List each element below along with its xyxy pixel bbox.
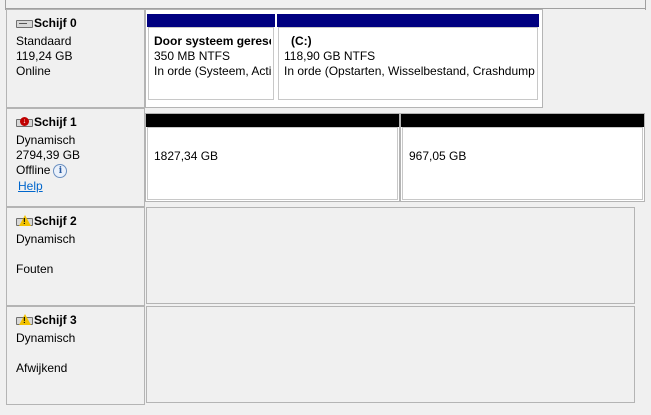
partition-content: (C:) 118,90 GB NTFS In orde (Opstarten, … xyxy=(278,27,538,100)
partition-unallocated-1[interactable]: 1827,34 GB xyxy=(145,113,400,202)
disk-1-status-row: Offline i xyxy=(16,163,68,178)
disk-2-type: Dynamisch xyxy=(16,232,76,246)
partition-size: 967,05 GB xyxy=(409,149,467,163)
partition-unallocated-2[interactable]: 967,05 GB xyxy=(400,113,645,202)
disk-warning-icon: ! xyxy=(16,314,33,326)
help-link[interactable]: Help xyxy=(18,179,43,193)
partition-content: 1827,34 GB xyxy=(147,127,398,200)
partition-content: Door systeem gereserveerd 350 MB NTFS In… xyxy=(148,27,274,100)
disk-icon xyxy=(16,17,33,29)
partition-bar xyxy=(147,14,275,27)
disk-1-help-row: Help xyxy=(18,179,43,193)
disk-info-2[interactable]: ! Schijf 2 Dynamisch Fouten xyxy=(6,207,145,306)
disk-info-0[interactable]: Schijf 0 Standaard 119,24 GB Online xyxy=(6,9,145,108)
disk-1-name-row: ↓ Schijf 1 xyxy=(16,115,77,129)
partition-bar xyxy=(277,14,539,27)
disk-3-name: Schijf 3 xyxy=(34,313,77,327)
disk-row-2: ! Schijf 2 Dynamisch Fouten xyxy=(0,207,651,306)
partition-detail: 118,90 GB NTFS xyxy=(284,49,376,63)
disk-3-status: Afwijkend xyxy=(16,361,68,375)
partition-bar xyxy=(401,114,644,127)
partition-bar xyxy=(146,114,399,127)
disk-0-area: Door systeem gereserveerd 350 MB NTFS In… xyxy=(145,9,543,108)
partition-detail: 350 MB NTFS xyxy=(154,49,231,63)
partition-title: (C:) xyxy=(291,34,312,48)
disk-0-size: 119,24 GB xyxy=(16,49,73,63)
disk-info-1[interactable]: ↓ Schijf 1 Dynamisch 2794,39 GB Offline i… xyxy=(6,108,145,207)
disk-3-area[interactable] xyxy=(146,306,635,403)
disk-1-type: Dynamisch xyxy=(16,133,76,147)
partition-system-reserved[interactable]: Door systeem gereserveerd 350 MB NTFS In… xyxy=(147,14,275,101)
partition-status: In orde (Opstarten, Wisselbestand, Crash… xyxy=(284,64,535,78)
disk-info-3[interactable]: ! Schijf 3 Dynamisch Afwijkend xyxy=(6,306,145,405)
disk-0-name: Schijf 0 xyxy=(34,16,77,30)
partition-content: 967,05 GB xyxy=(402,127,643,200)
disk-0-type: Standaard xyxy=(16,34,72,48)
disk-warning-icon: ! xyxy=(16,215,33,227)
disk-3-type: Dynamisch xyxy=(16,331,76,345)
partition-status: In orde (Systeem, Actieve, Primaire part… xyxy=(154,64,271,78)
disk-1-name: Schijf 1 xyxy=(34,115,77,129)
info-icon[interactable]: i xyxy=(53,163,68,178)
disk-0-status: Online xyxy=(16,64,51,78)
disk-2-status: Fouten xyxy=(16,262,54,276)
disk-1-area: 1827,34 GB 967,05 GB xyxy=(145,108,646,207)
disk-0-name-row: Schijf 0 xyxy=(16,16,77,30)
partition-size: 1827,34 GB xyxy=(154,149,219,163)
partition-c[interactable]: (C:) 118,90 GB NTFS In orde (Opstarten, … xyxy=(277,14,539,101)
disk-2-area[interactable] xyxy=(146,207,635,304)
disk-row-0: Schijf 0 Standaard 119,24 GB Online Door… xyxy=(0,9,651,108)
disk-2-name: Schijf 2 xyxy=(34,214,77,228)
disk-3-name-row: ! Schijf 3 xyxy=(16,313,77,327)
disk-1-status: Offline xyxy=(16,163,51,177)
disk-error-icon: ↓ xyxy=(16,116,33,128)
partition-title: Door systeem gereserveerd xyxy=(154,34,271,48)
disk-row-3: ! Schijf 3 Dynamisch Afwijkend xyxy=(0,306,651,405)
disk-2-name-row: ! Schijf 2 xyxy=(16,214,77,228)
disk-row-1: ↓ Schijf 1 Dynamisch 2794,39 GB Offline i… xyxy=(0,108,651,207)
disk-1-size: 2794,39 GB xyxy=(16,148,81,162)
